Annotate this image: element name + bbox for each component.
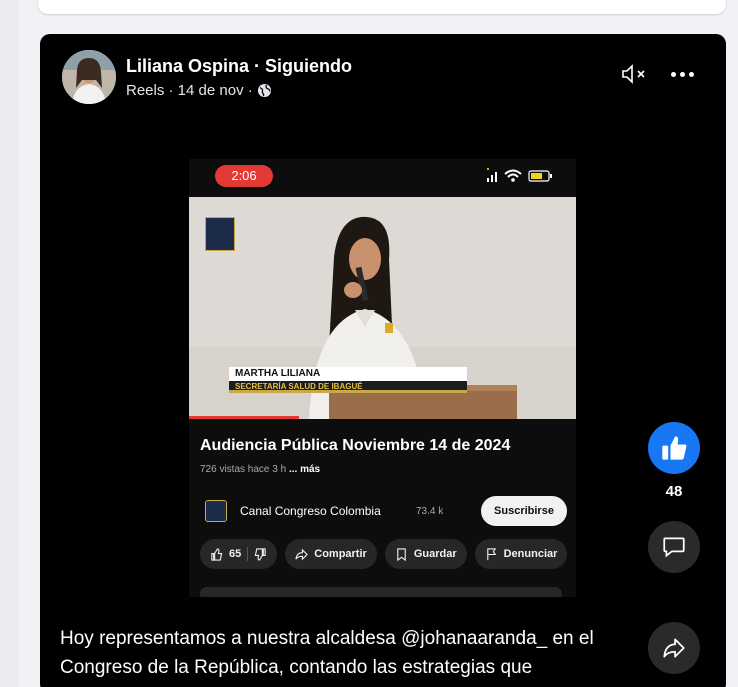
channel-watermark bbox=[205, 217, 235, 251]
channel-name[interactable]: Canal Congreso Colombia bbox=[240, 504, 381, 518]
more-options-button[interactable] bbox=[666, 62, 698, 86]
lower-third-name: MARTHA LILIANA bbox=[229, 367, 467, 381]
status-clock: 2:06 bbox=[215, 165, 273, 187]
video-progress-bar[interactable] bbox=[189, 416, 299, 419]
video-views: 726 vistas hace 3 h ... más bbox=[200, 464, 320, 475]
avatar[interactable] bbox=[62, 50, 116, 104]
author-name[interactable]: Liliana Ospina bbox=[126, 56, 249, 76]
post-meta: Reels · 14 de nov · bbox=[126, 82, 272, 99]
reel-video[interactable]: 2:06 MARTHA LILIANA SECRETARÍA SALUD DE … bbox=[189, 159, 576, 597]
comment-icon bbox=[663, 537, 685, 558]
lower-third: MARTHA LILIANA SECRETARÍA SALUD DE IBAGU… bbox=[229, 367, 467, 393]
mute-button[interactable] bbox=[620, 62, 652, 86]
channel-avatar[interactable] bbox=[205, 500, 227, 522]
header-separator: · bbox=[249, 56, 266, 76]
views-text: 726 vistas hace 3 h bbox=[200, 464, 287, 475]
like-count: 48 bbox=[665, 483, 683, 500]
share-pill[interactable]: Compartir bbox=[285, 539, 377, 569]
video-title[interactable]: Audiencia Pública Noviembre 14 de 2024 bbox=[200, 437, 510, 455]
share-label: Compartir bbox=[314, 548, 367, 560]
like-button[interactable] bbox=[648, 422, 700, 474]
report-label: Denunciar bbox=[503, 548, 558, 560]
report-pill[interactable]: Denunciar bbox=[474, 539, 568, 569]
thumbs-up-icon bbox=[211, 547, 223, 561]
more-options-icon bbox=[670, 71, 676, 77]
lower-third-role: SECRETARÍA SALUD DE IBAGUÉ bbox=[229, 381, 467, 393]
share-icon bbox=[295, 548, 309, 560]
share-button[interactable] bbox=[648, 622, 700, 674]
previous-post-card bbox=[38, 0, 726, 14]
thumbs-down-icon[interactable] bbox=[254, 547, 267, 561]
channel-row: Canal Congreso Colombia 73.4 k Suscribir… bbox=[200, 494, 570, 528]
reel-post: Liliana Ospina · Siguiendo Reels · 14 de… bbox=[40, 34, 726, 687]
like-dislike-pill[interactable]: 65 bbox=[200, 539, 278, 569]
follow-status[interactable]: Siguiendo bbox=[265, 56, 352, 76]
share-arrow-icon bbox=[663, 638, 685, 658]
subscribe-button[interactable]: Suscribirse bbox=[481, 496, 567, 526]
comment-button[interactable] bbox=[648, 521, 700, 573]
video-like-count: 65 bbox=[229, 548, 242, 560]
channel-subscribers: 73.4 k bbox=[416, 506, 444, 517]
post-caption: Hoy representamos a nuestra alcaldesa @j… bbox=[60, 628, 594, 678]
comments-preview-bar[interactable] bbox=[200, 587, 562, 597]
video-frame[interactable]: MARTHA LILIANA SECRETARÍA SALUD DE IBAGU… bbox=[189, 197, 576, 419]
video-actions: 65 Compartir Guardar Denunciar bbox=[200, 539, 568, 569]
status-bar-icons bbox=[487, 168, 552, 182]
page-left-gutter bbox=[0, 0, 18, 687]
flag-icon bbox=[486, 547, 496, 560]
post-header-title: Liliana Ospina · Siguiendo bbox=[126, 56, 352, 77]
save-pill[interactable]: Guardar bbox=[384, 539, 467, 569]
globe-icon bbox=[257, 83, 271, 98]
avatar-photo bbox=[62, 50, 116, 104]
save-label: Guardar bbox=[413, 548, 457, 560]
speaker-muted-icon bbox=[622, 64, 645, 84]
thumbs-up-icon bbox=[662, 436, 687, 460]
bookmark-icon bbox=[397, 547, 406, 561]
more-link[interactable]: ... más bbox=[289, 464, 320, 475]
post-meta-text: Reels · 14 de nov · bbox=[126, 82, 253, 99]
